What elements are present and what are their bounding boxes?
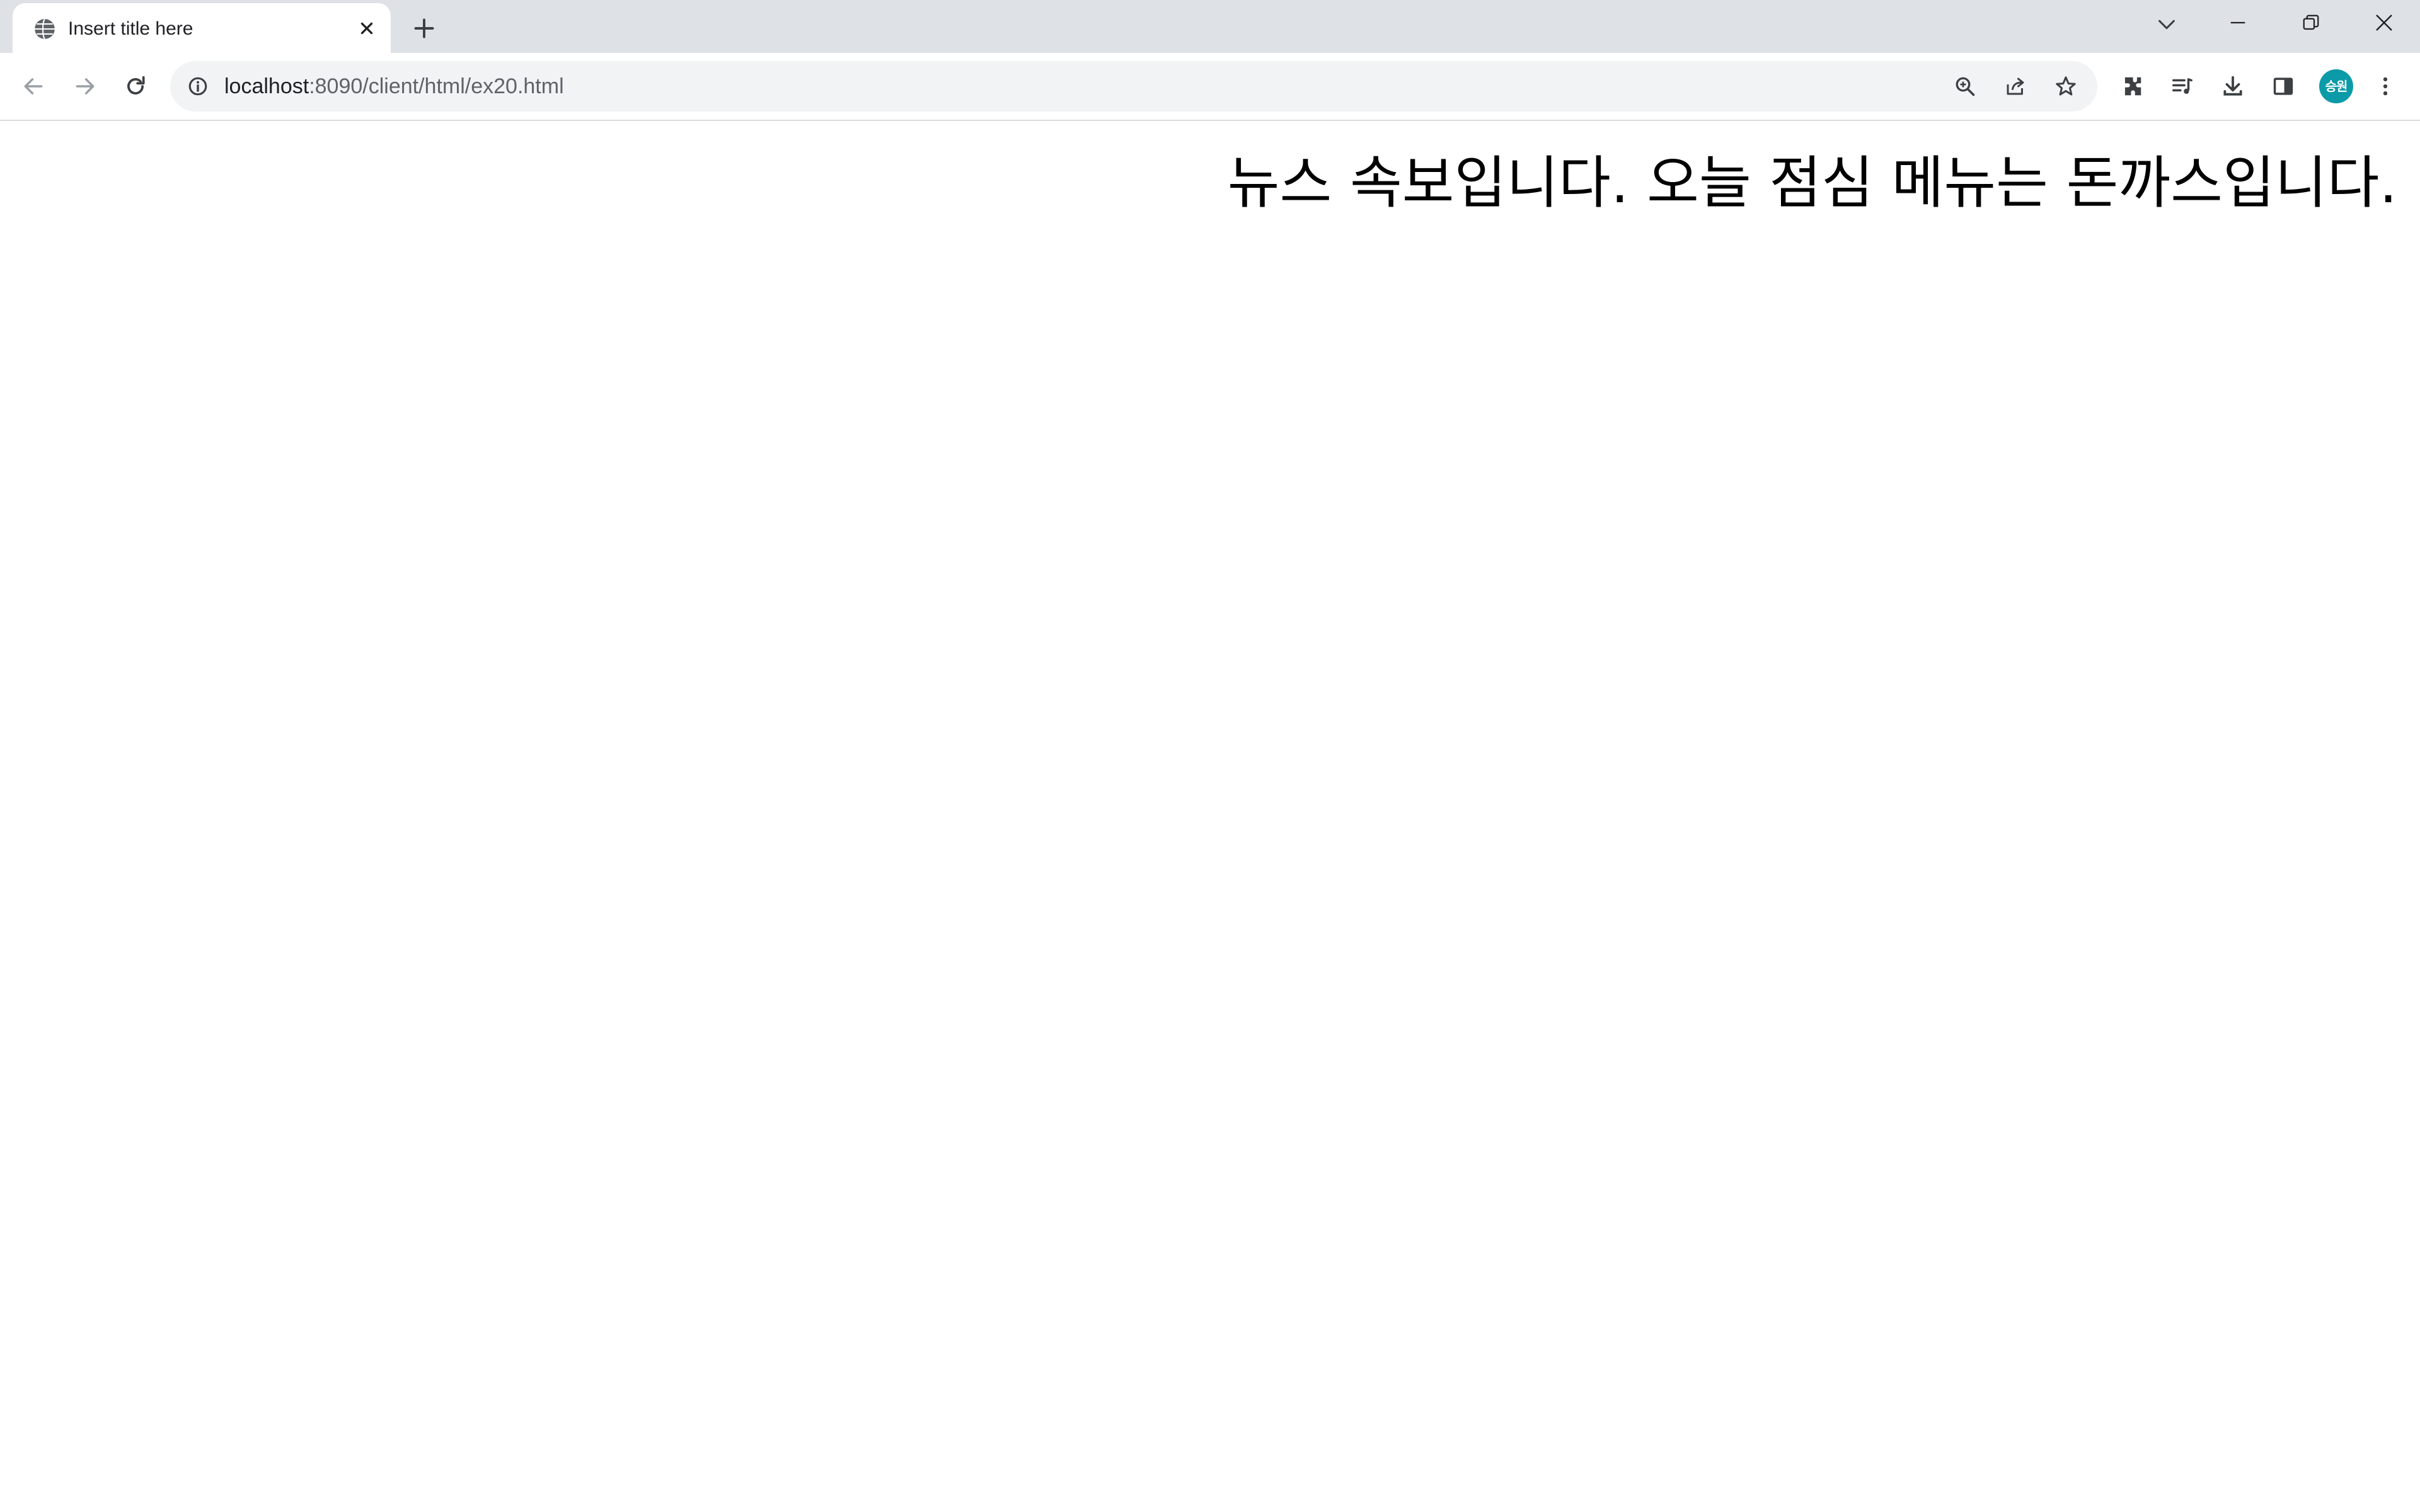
- close-icon: [2376, 14, 2392, 31]
- side-panel-icon[interactable]: [2264, 67, 2303, 106]
- profile-button[interactable]: 승원: [2317, 67, 2356, 106]
- chevron-down-icon: [2158, 20, 2175, 30]
- reload-button[interactable]: [116, 67, 155, 106]
- globe-icon: [33, 17, 57, 41]
- info-icon[interactable]: [185, 74, 210, 99]
- reload-icon: [127, 76, 145, 94]
- share-icon[interactable]: [2000, 71, 2031, 101]
- active-tab[interactable]: Insert title here: [13, 3, 391, 53]
- address-bar[interactable]: localhost:8090/client/html/ex20.html: [170, 61, 2097, 112]
- close-window-button[interactable]: [2349, 0, 2419, 45]
- kebab-menu-icon[interactable]: [2366, 67, 2405, 106]
- back-button[interactable]: [14, 67, 53, 106]
- restore-button[interactable]: [2276, 0, 2346, 45]
- forward-icon: [76, 78, 95, 94]
- url-path: :8090/client/html/ex20.html: [309, 74, 564, 98]
- avatar: 승원: [2319, 69, 2353, 103]
- browser-toolbar: localhost:8090/client/html/ex20.html 승원: [0, 53, 2420, 121]
- back-icon: [24, 78, 43, 94]
- minimize-button[interactable]: [2203, 0, 2273, 45]
- new-tab-button[interactable]: [408, 13, 440, 44]
- tab-search-button[interactable]: [2149, 9, 2184, 40]
- plus-icon: [414, 18, 434, 38]
- page-content: 뉴스 속보입니다. 오늘 점심 메뉴는 돈까스입니다.: [0, 121, 2420, 1512]
- tab-strip: Insert title here: [0, 0, 2420, 53]
- tab-title: Insert title here: [68, 18, 193, 39]
- minimize-icon: [2230, 21, 2245, 24]
- media-icon[interactable]: [2163, 67, 2202, 106]
- browser-window: Insert title here localhost:8090/client/…: [0, 0, 2420, 1512]
- download-icon[interactable]: [2213, 67, 2252, 106]
- close-tab-icon[interactable]: [355, 17, 378, 40]
- forward-button[interactable]: [66, 67, 105, 106]
- url-text[interactable]: localhost:8090/client/html/ex20.html: [224, 74, 564, 99]
- url-host: localhost: [224, 74, 309, 98]
- extensions-icon[interactable]: [2112, 67, 2152, 106]
- restore-icon: [2303, 14, 2319, 30]
- star-icon[interactable]: [2051, 71, 2081, 101]
- zoom-icon[interactable]: [1950, 71, 1980, 101]
- news-headline: 뉴스 속보입니다. 오늘 점심 메뉴는 돈까스입니다.: [1227, 150, 2397, 216]
